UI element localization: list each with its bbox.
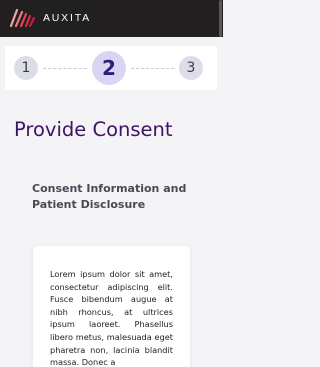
progress-stepper: 1 2 3 <box>5 46 217 90</box>
section-heading: Consent Information and Patient Disclosu… <box>32 182 187 211</box>
auxita-logo-icon <box>9 8 36 28</box>
step-3-indicator[interactable]: 3 <box>179 56 203 80</box>
step-3-label: 3 <box>186 60 196 76</box>
scrollbar-thumb[interactable] <box>219 0 222 37</box>
step-2-label: 2 <box>102 56 116 80</box>
step-connector-2 <box>131 68 174 69</box>
app-header: AUXITA <box>0 0 223 37</box>
brand-name: AUXITA <box>43 12 91 24</box>
consent-body-text: Lorem ipsum dolor sit amet, consectetur … <box>50 269 173 367</box>
step-1-indicator[interactable]: 1 <box>14 56 38 80</box>
step-2-indicator-active[interactable]: 2 <box>92 51 126 85</box>
step-1-label: 1 <box>21 60 31 76</box>
step-connector-1 <box>43 68 87 69</box>
consent-text-card[interactable]: Lorem ipsum dolor sit amet, consectetur … <box>33 246 190 367</box>
consent-page: AUXITA 1 2 3 Provide Consent Consent Inf… <box>0 0 223 367</box>
page-title: Provide Consent <box>14 118 173 141</box>
